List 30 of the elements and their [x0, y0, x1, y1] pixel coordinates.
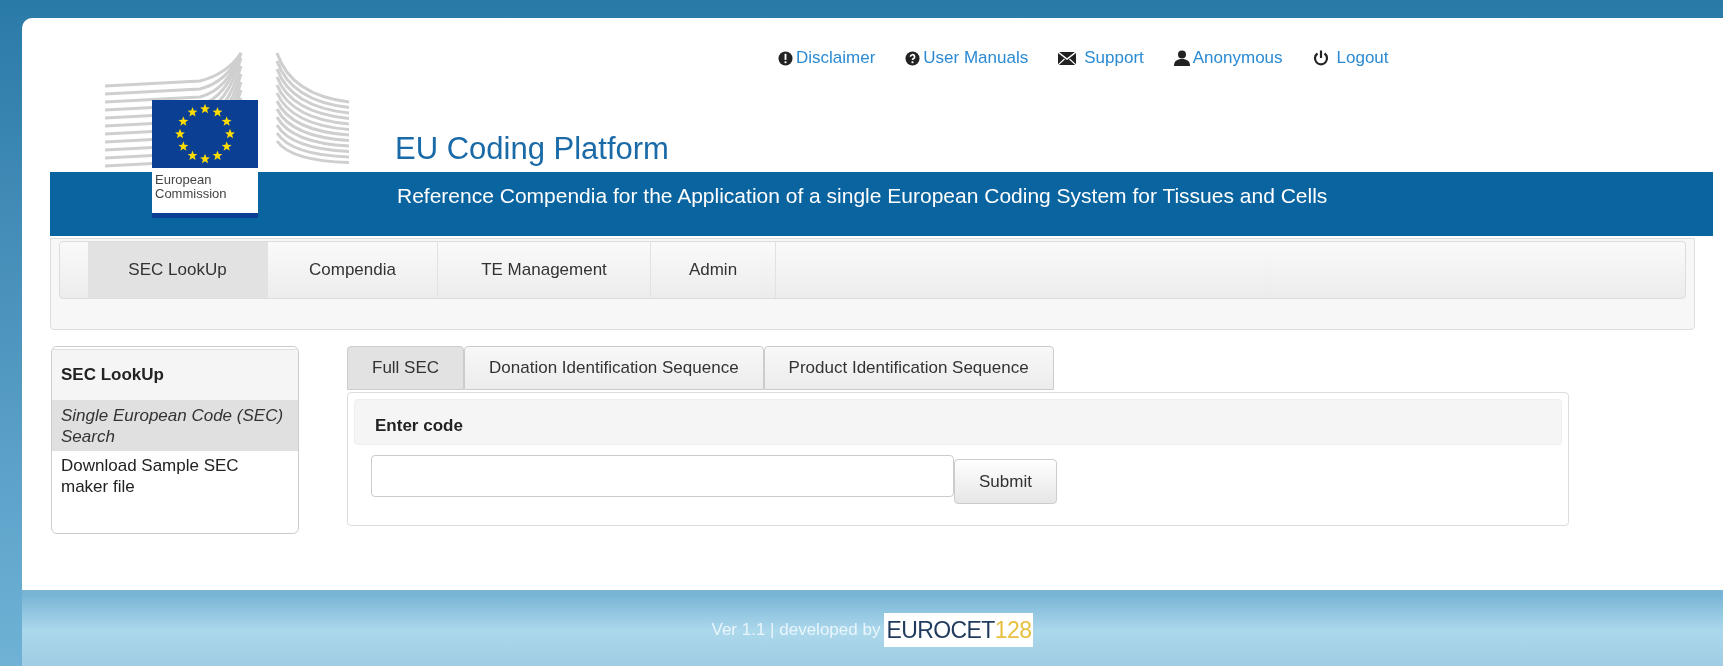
nav-tab[interactable]: Admin: [651, 242, 776, 298]
footer-text: Ver 1.1 | developed by: [711, 619, 881, 642]
user-icon: [1173, 50, 1190, 66]
tab[interactable]: Product Identification Sequence: [763, 346, 1054, 390]
logo-caption: Commission: [155, 187, 228, 201]
header-link[interactable]: Support: [1084, 45, 1144, 71]
header-link[interactable]: Logout: [1336, 45, 1389, 71]
sidebar-item[interactable]: Single European Code (SEC) Search: [52, 400, 298, 451]
stars-icon: [152, 100, 258, 168]
nav-tab[interactable]: Compendia: [268, 242, 438, 298]
logo-caption: European: [155, 173, 213, 187]
eurocet-logo: EUROCET128: [884, 612, 1034, 648]
tab[interactable]: Donation Identification Sequence: [464, 346, 764, 390]
header-link[interactable]: Anonymous: [1192, 45, 1283, 71]
subtitle: Reference Compendia for the Application of a single European Coding System for Tissues and Cells: [397, 183, 1328, 209]
nav-tab[interactable]: SEC LookUp: [88, 242, 268, 298]
submit-button[interactable]: Submit: [954, 459, 1057, 504]
alert-icon: [778, 50, 793, 66]
sidebar-item[interactable]: Download Sample SEC maker file: [52, 450, 298, 501]
tab[interactable]: Full SEC: [347, 346, 465, 390]
page-title: EU Coding Platform: [395, 130, 669, 168]
panel-heading: Enter code: [354, 399, 1562, 445]
nav-tab[interactable]: TE Management: [438, 242, 651, 298]
mail-icon: [1058, 51, 1077, 65]
header-link[interactable]: Disclaimer: [796, 45, 876, 71]
sidebar-heading: SEC LookUp: [52, 349, 298, 401]
power-icon: [1312, 50, 1329, 66]
help-icon: [905, 50, 921, 66]
header-link[interactable]: User Manuals: [923, 45, 1029, 71]
code-input-field[interactable]: [371, 455, 954, 497]
